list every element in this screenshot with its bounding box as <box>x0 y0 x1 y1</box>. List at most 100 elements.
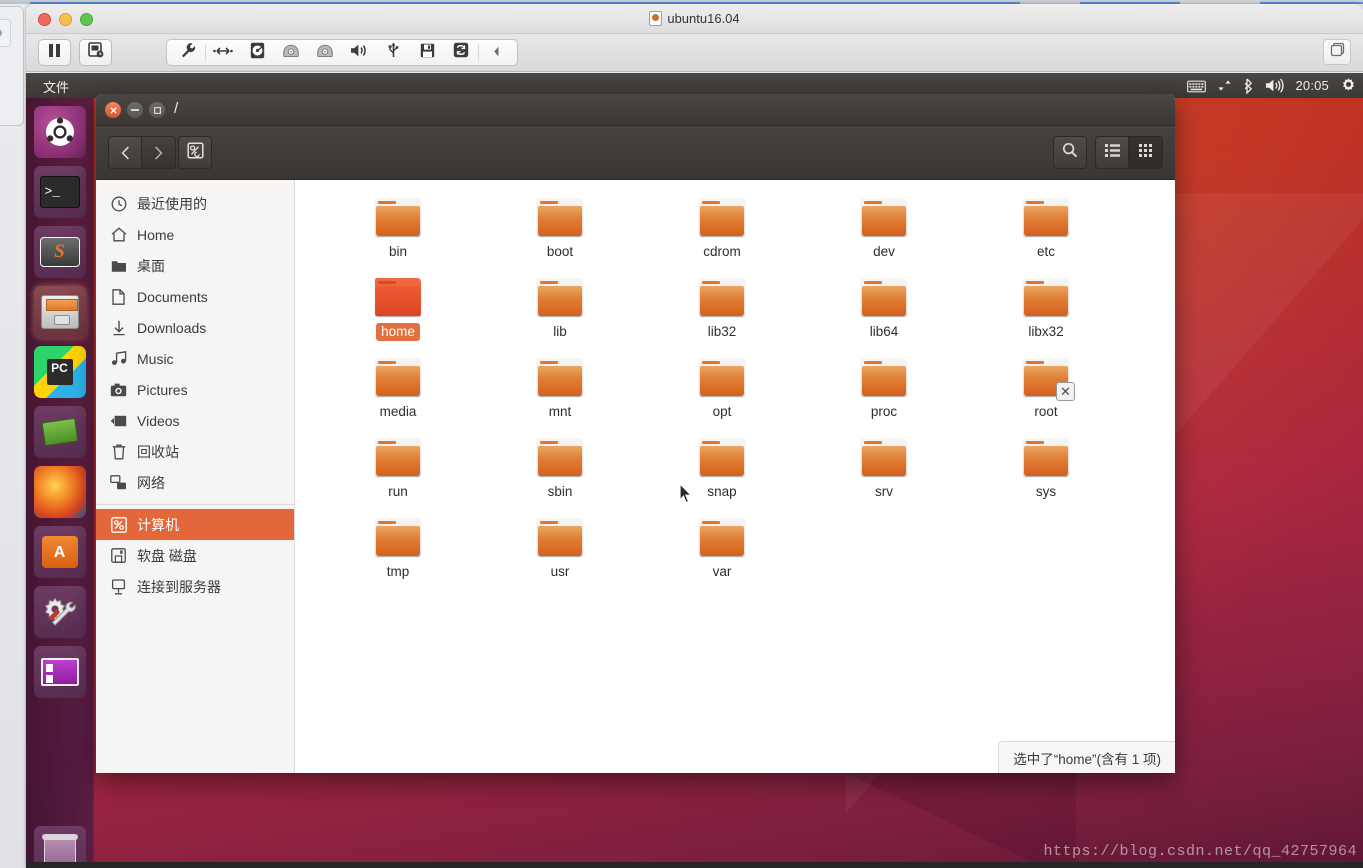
icon-view-button[interactable] <box>1129 136 1163 169</box>
vm-cd-drive-2-button[interactable] <box>308 40 342 65</box>
file-label: usr <box>550 564 570 579</box>
file-item[interactable]: boot <box>479 192 641 272</box>
sidebar-item-connect-to-server[interactable]: 连接到服务器 <box>96 571 294 602</box>
file-item[interactable]: dev <box>803 192 965 272</box>
launcher-item-pycharm[interactable]: PC <box>33 346 86 398</box>
file-label: sbin <box>547 484 573 499</box>
file-manager-window: / 最近使用的 Home 桌面 Documents Downloads Musi… <box>96 94 1175 773</box>
sublime-text-icon: S <box>33 226 86 278</box>
file-item[interactable]: usr <box>479 512 641 592</box>
file-item[interactable]: lib32 <box>641 272 803 352</box>
vm-toolbar-collapse-button[interactable] <box>479 40 513 65</box>
pause-button[interactable] <box>38 39 71 66</box>
minimize-button[interactable] <box>127 102 143 118</box>
sidebar-item-recent[interactable]: 最近使用的 <box>96 188 294 219</box>
vm-toolbar <box>26 34 1363 72</box>
file-item[interactable]: proc <box>803 352 965 432</box>
file-item[interactable]: mnt <box>479 352 641 432</box>
file-grid-area[interactable]: bin boot cdrom dev etc home lib lib32 li… <box>295 180 1175 773</box>
launcher-item-terminal[interactable]: >_ <box>33 166 86 218</box>
file-item[interactable]: snap <box>641 432 803 512</box>
back-button[interactable] <box>108 136 142 169</box>
vm-shared-folders-button[interactable] <box>444 40 478 65</box>
launcher-item-system-settings[interactable] <box>33 586 86 638</box>
sidebar-label: 回收站 <box>137 443 179 460</box>
file-item[interactable]: run <box>317 432 479 512</box>
file-item-selected[interactable]: home <box>317 272 479 352</box>
chevron-right-icon[interactable]: ❯ <box>0 19 11 47</box>
sidebar-item-documents[interactable]: Documents <box>96 281 294 312</box>
vm-usb-button[interactable] <box>376 40 410 65</box>
video-icon <box>110 412 127 429</box>
file-item[interactable]: media <box>317 352 479 432</box>
list-view-button[interactable] <box>1095 136 1129 169</box>
close-button[interactable] <box>105 102 121 118</box>
sidebar-separator <box>96 504 294 505</box>
sidebar-item-network[interactable]: 网络 <box>96 467 294 498</box>
launcher-item-dictionary[interactable] <box>33 406 86 458</box>
sidebar-item-music[interactable]: Music <box>96 343 294 374</box>
file-item[interactable]: var <box>641 512 803 592</box>
file-item[interactable]: lib <box>479 272 641 352</box>
file-item[interactable]: tmp <box>317 512 479 592</box>
vm-device-toolbar <box>166 39 518 66</box>
list-view-icon <box>1104 143 1120 162</box>
file-item[interactable]: srv <box>803 432 965 512</box>
volume-icon[interactable] <box>1265 78 1285 93</box>
vm-cd-drive-1-button[interactable] <box>274 40 308 65</box>
network-icon[interactable] <box>1217 78 1232 93</box>
folder-icon <box>861 278 907 316</box>
toolbar-right <box>1053 136 1163 169</box>
sidebar-item-desktop[interactable]: 桌面 <box>96 250 294 281</box>
sidebar-item-computer[interactable]: 计算机 <box>96 509 294 540</box>
sidebar-label: Documents <box>137 288 208 305</box>
vm-floppy-button[interactable] <box>410 40 444 65</box>
sidebar-item-trash[interactable]: 回收站 <box>96 436 294 467</box>
folder-icon <box>375 358 421 396</box>
file-item[interactable]: cdrom <box>641 192 803 272</box>
sidebar-item-downloads[interactable]: Downloads <box>96 312 294 343</box>
cd-icon <box>317 43 333 63</box>
navigation-buttons <box>108 136 176 169</box>
window-icon <box>1330 42 1345 62</box>
launcher-item-files[interactable] <box>33 286 86 338</box>
launcher-item-workspace-switcher[interactable] <box>33 646 86 698</box>
file-item[interactable]: ✕ root <box>965 352 1127 432</box>
vm-harddisk-button[interactable] <box>240 40 274 65</box>
computer-icon <box>186 141 204 164</box>
file-item[interactable]: libx32 <box>965 272 1127 352</box>
file-item[interactable]: bin <box>317 192 479 272</box>
file-item[interactable]: etc <box>965 192 1127 272</box>
sidebar-item-home[interactable]: Home <box>96 219 294 250</box>
maximize-button[interactable] <box>149 102 165 118</box>
vm-settings-button[interactable] <box>171 40 205 65</box>
search-button[interactable] <box>1053 136 1087 169</box>
vm-fullscreen-button[interactable] <box>1323 39 1351 65</box>
panel-app-menu-title[interactable]: 文件 <box>43 77 69 96</box>
file-item[interactable]: opt <box>641 352 803 432</box>
panel-clock[interactable]: 20:05 <box>1295 78 1329 93</box>
file-item[interactable]: lib64 <box>803 272 965 352</box>
bluetooth-icon[interactable] <box>1243 78 1254 94</box>
sidebar-item-videos[interactable]: Videos <box>96 405 294 436</box>
launcher-item-ubuntu-dash[interactable] <box>33 106 86 158</box>
vm-sound-button[interactable] <box>342 40 376 65</box>
keyboard-icon[interactable] <box>1187 79 1207 93</box>
gear-icon[interactable] <box>1340 77 1357 94</box>
launcher-item-firefox[interactable] <box>33 466 86 518</box>
ubuntu-desktop: 文件 20:05 >_ S PC A / 最近使用的 Home 桌面 Docum… <box>26 73 1363 868</box>
forward-button[interactable] <box>142 136 176 169</box>
sidebar-item-floppy-disk[interactable]: 软盘 磁盘 <box>96 540 294 571</box>
file-item[interactable]: sbin <box>479 432 641 512</box>
launcher-item-sublime-text[interactable]: S <box>33 226 86 278</box>
file-label: cdrom <box>703 244 741 259</box>
file-item[interactable]: sys <box>965 432 1127 512</box>
vm-network-button[interactable] <box>206 40 240 65</box>
terminal-icon: >_ <box>33 166 86 218</box>
sidebar-item-pictures[interactable]: Pictures <box>96 374 294 405</box>
launcher-item-ubuntu-software[interactable]: A <box>33 526 86 578</box>
network-icon <box>110 474 127 491</box>
location-computer-button[interactable] <box>178 136 212 169</box>
status-bar: 选中了“home”(含有 1 项) <box>998 741 1175 773</box>
snapshot-button[interactable] <box>79 39 112 66</box>
